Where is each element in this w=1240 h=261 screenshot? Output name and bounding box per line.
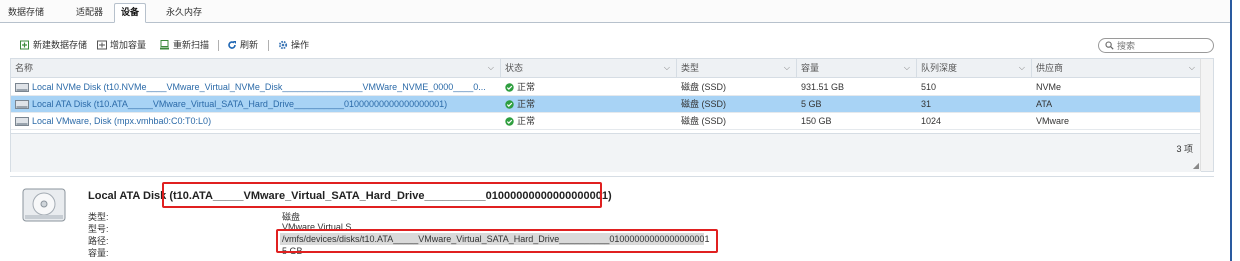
check-circle-icon xyxy=(505,82,514,92)
tab-datastores[interactable]: 数据存储 xyxy=(2,4,50,21)
disk-icon xyxy=(15,99,29,109)
chevron-down-icon: ⌵ xyxy=(783,63,790,72)
device-capacity: 931.51 GB xyxy=(801,82,845,92)
divider xyxy=(10,176,1214,177)
column-header-status[interactable]: 状态 ⌵ xyxy=(501,59,677,77)
refresh-icon xyxy=(228,41,236,49)
device-type: 磁盘 (SSD) xyxy=(681,82,727,92)
chevron-down-icon: ⌵ xyxy=(1018,63,1025,72)
device-type: 磁盘 (SSD) xyxy=(681,116,727,126)
refresh-button[interactable]: 刷新 xyxy=(227,38,258,52)
column-header-vendor[interactable]: 供应商 ⌵ xyxy=(1032,59,1201,77)
hard-disk-icon xyxy=(22,188,66,222)
toolbar: 新建数据存储 增加容量 重新扫描 刷新 操作 xyxy=(0,36,1230,54)
chevron-down-icon: ⌵ xyxy=(1188,63,1195,72)
device-vendor: NVMe xyxy=(1036,82,1062,92)
table-row[interactable]: Local NVMe Disk (t10.NVMe____VMware_Virt… xyxy=(11,79,1201,96)
disk-icon xyxy=(15,82,29,92)
chevron-down-icon: ⌵ xyxy=(663,63,670,72)
table-row[interactable]: Local VMware, Disk (mpx.vmhba0:C0:T0:L0)… xyxy=(11,113,1201,130)
rescan-icon xyxy=(160,40,169,50)
device-queue-depth: 31 xyxy=(921,99,932,109)
table-header: 名称 ⌵ 状态 ⌵ 类型 ⌵ 容量 ⌵ 队列深度 ⌵ 供应商 ⌵ xyxy=(11,59,1201,78)
column-header-type[interactable]: 类型 ⌵ xyxy=(677,59,797,77)
check-circle-icon xyxy=(505,99,514,109)
annotation-box-title xyxy=(162,182,602,208)
search-placeholder: 搜索 xyxy=(1117,41,1136,51)
check-circle-icon xyxy=(505,116,514,126)
tab-devices[interactable]: 设备 xyxy=(114,3,147,23)
device-queue-depth: 1024 xyxy=(921,116,942,126)
column-header-queue-depth[interactable]: 队列深度 ⌵ xyxy=(917,59,1032,77)
toolbar-divider xyxy=(218,40,219,51)
chevron-down-icon: ⌵ xyxy=(487,63,494,72)
device-status: 正常 xyxy=(501,79,677,95)
tab-persistent-memory[interactable]: 永久内存 xyxy=(160,4,208,21)
device-name[interactable]: Local ATA Disk (t10.ATA_____VMware_Virtu… xyxy=(11,96,501,112)
column-header-capacity[interactable]: 容量 ⌵ xyxy=(797,59,917,77)
detail-label-capacity: 容量: xyxy=(88,248,109,258)
tab-bar: 数据存储 适配器 设备 永久内存 xyxy=(0,0,1230,23)
gear-icon xyxy=(278,40,288,50)
device-status: 正常 xyxy=(501,96,677,112)
table-footer: 3 项 ◢ xyxy=(11,133,1201,172)
device-queue-depth: 510 xyxy=(921,82,937,92)
new-datastore-icon xyxy=(20,40,29,50)
new-datastore-button[interactable]: 新建数据存储 xyxy=(20,38,87,52)
search-input[interactable]: 搜索 xyxy=(1098,38,1214,53)
rescan-button[interactable]: 重新扫描 xyxy=(160,38,209,52)
table-row-selected[interactable]: Local ATA Disk (t10.ATA_____VMware_Virtu… xyxy=(11,96,1201,113)
device-status: 正常 xyxy=(501,113,677,129)
table-scrollbar[interactable] xyxy=(1200,59,1213,171)
increase-capacity-button[interactable]: 增加容量 xyxy=(97,38,146,52)
tab-adapters[interactable]: 适配器 xyxy=(70,4,109,21)
item-count: 3 项 xyxy=(1176,144,1193,154)
column-header-name[interactable]: 名称 ⌵ xyxy=(11,59,501,77)
device-capacity: 150 GB xyxy=(801,116,832,126)
device-vendor: ATA xyxy=(1036,99,1053,109)
increase-capacity-icon xyxy=(97,40,107,50)
device-capacity: 5 GB xyxy=(801,99,822,109)
toolbar-divider xyxy=(268,40,269,51)
chevron-down-icon: ⌵ xyxy=(903,63,910,72)
resize-handle-icon[interactable]: ◢ xyxy=(1193,161,1199,170)
device-vendor: VMware xyxy=(1036,116,1070,126)
actions-button[interactable]: 操作 xyxy=(278,38,309,52)
device-name[interactable]: Local NVMe Disk (t10.NVMe____VMware_Virt… xyxy=(11,79,501,95)
annotation-box-path xyxy=(276,229,718,253)
devices-table: 名称 ⌵ 状态 ⌵ 类型 ⌵ 容量 ⌵ 队列深度 ⌵ 供应商 ⌵ Local NVMe Di… xyxy=(10,58,1214,172)
window-edge xyxy=(1230,0,1232,261)
search-icon xyxy=(1105,41,1114,50)
device-name[interactable]: Local VMware, Disk (mpx.vmhba0:C0:T0:L0) xyxy=(11,113,501,129)
disk-icon xyxy=(15,116,29,126)
device-type: 磁盘 (SSD) xyxy=(681,99,727,109)
